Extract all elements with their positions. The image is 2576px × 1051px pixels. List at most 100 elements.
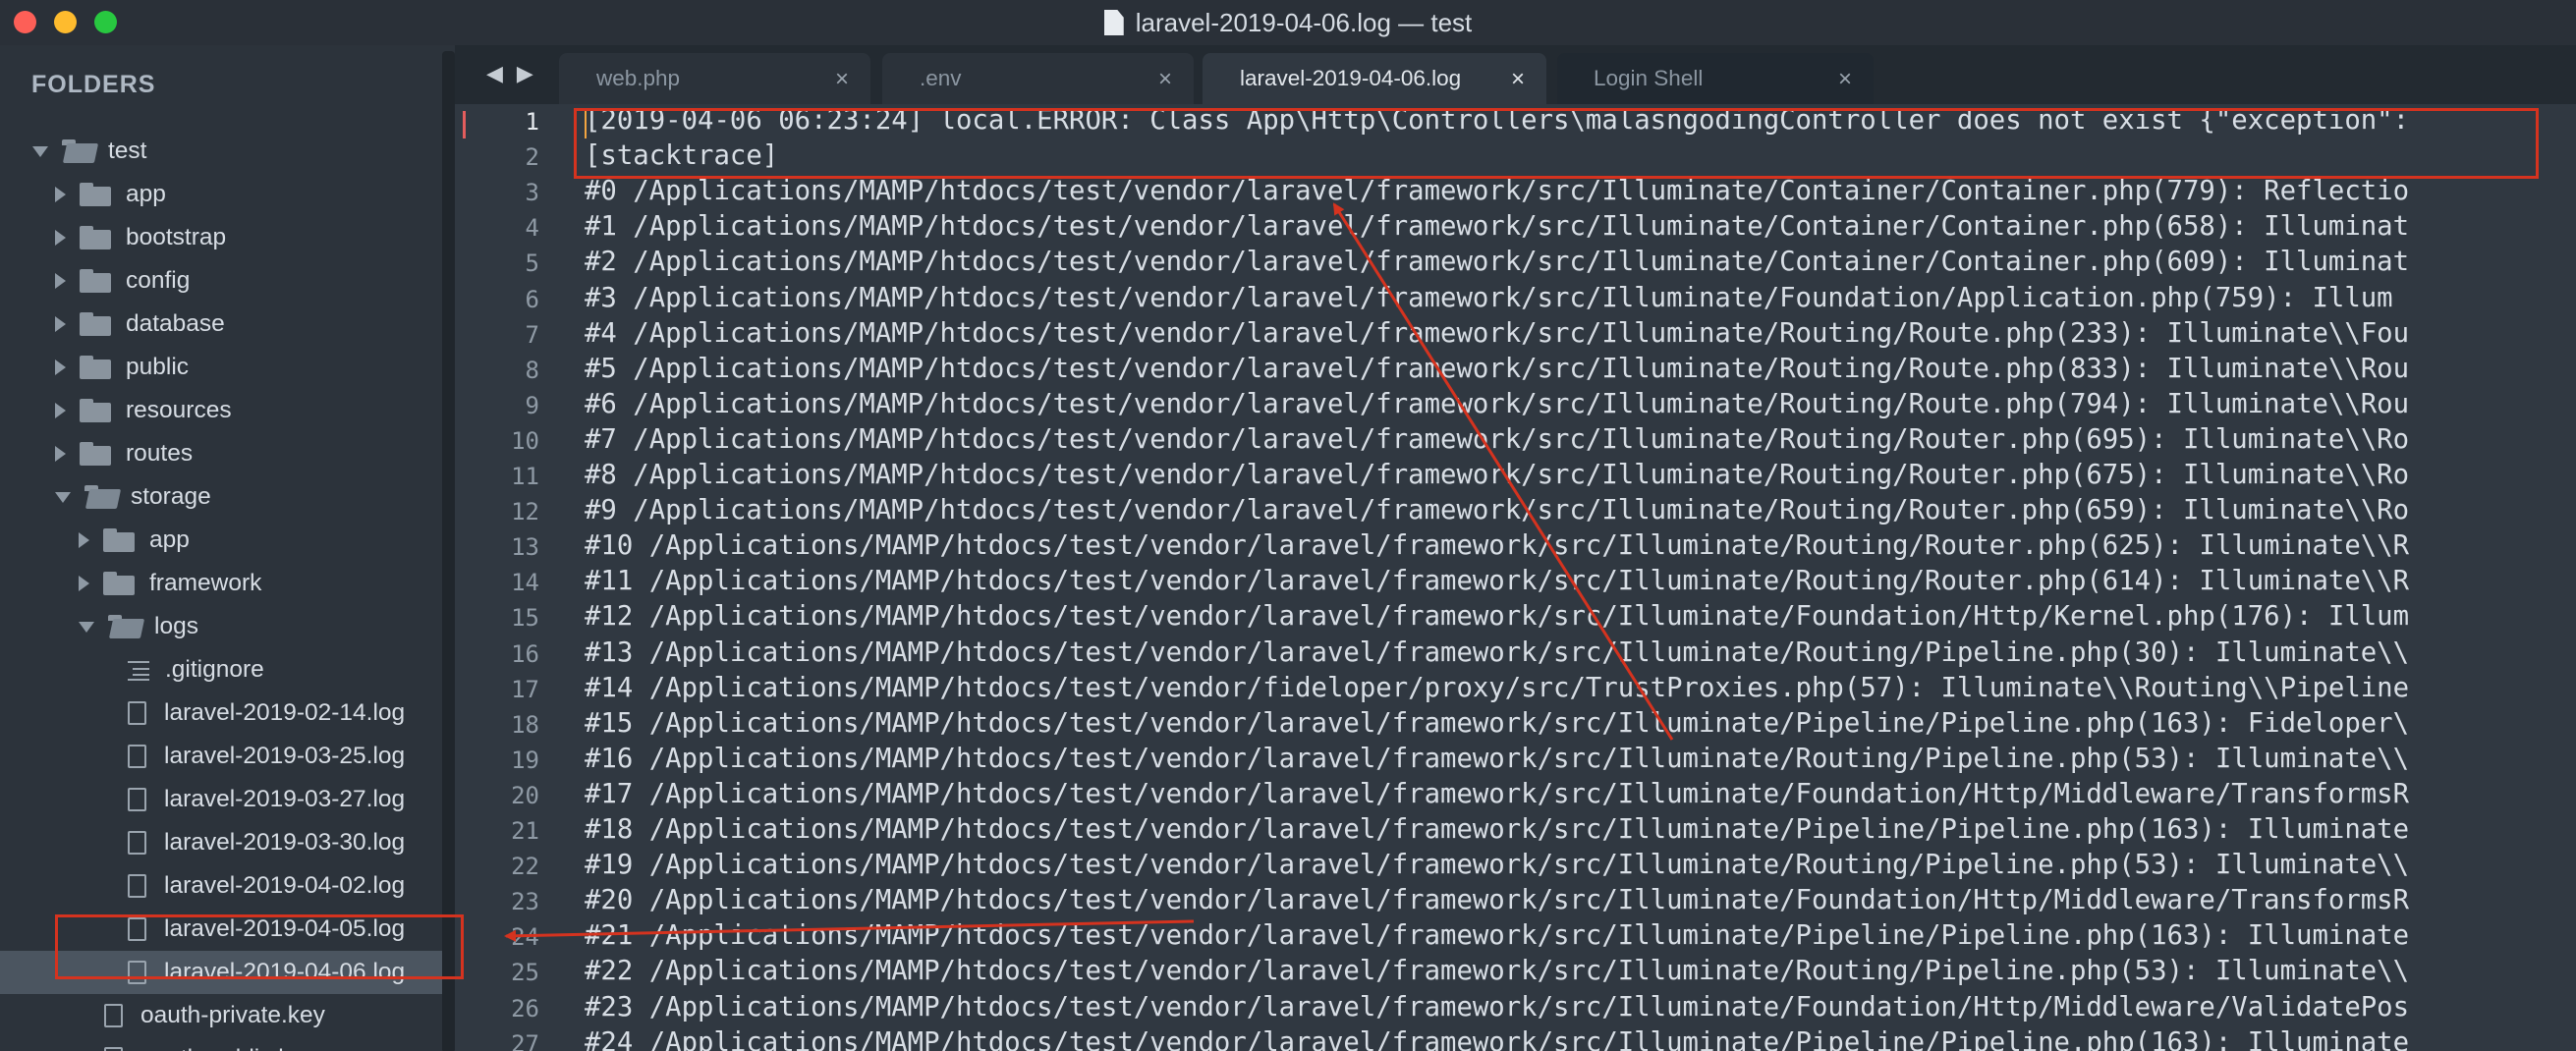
disclosure-closed-icon[interactable] <box>55 230 66 246</box>
line-number: 27 <box>511 1029 539 1051</box>
disclosure-closed-icon[interactable] <box>55 403 66 418</box>
code-line[interactable]: #11 /Applications/MAMP/htdocs/test/vendo… <box>585 566 2409 596</box>
tab-label: laravel-2019-04-06.log <box>1240 66 1462 90</box>
folder-icon <box>103 528 135 552</box>
close-icon[interactable]: × <box>835 66 849 93</box>
editor-pane[interactable]: 1 2 3 4 5 6 7 8 9 10 11 12 13 14 15 16 17 18 19 20 21 22 23 24 2… <box>455 104 2576 1051</box>
sidebar-item-laravel-2019-02-14-log[interactable]: laravel-2019-02-14.log <box>0 691 442 735</box>
folder-icon <box>103 572 135 595</box>
sidebar-item-laravel-2019-03-30-log[interactable]: laravel-2019-03-30.log <box>0 821 442 864</box>
disclosure-open-icon[interactable] <box>79 621 94 633</box>
code-line[interactable]: #3 /Applications/MAMP/htdocs/test/vendor… <box>585 283 2393 313</box>
disclosure-closed-icon[interactable] <box>79 576 89 591</box>
tab-laravel-log[interactable]: laravel-2019-04-06.log × <box>1203 53 1546 104</box>
disclosure-closed-icon[interactable] <box>55 316 66 332</box>
sidebar-item-config[interactable]: config <box>0 259 442 303</box>
code-line[interactable]: #9 /Applications/MAMP/htdocs/test/vendor… <box>585 495 2409 526</box>
code-line[interactable]: #1 /Applications/MAMP/htdocs/test/vendor… <box>585 211 2409 242</box>
line-number: 26 <box>511 994 539 1023</box>
code-line[interactable]: #23 /Applications/MAMP/htdocs/test/vendo… <box>585 992 2409 1023</box>
close-icon[interactable]: × <box>1158 66 1172 93</box>
sidebar-item-label: config <box>126 267 191 294</box>
line-number-gutter: 1 2 3 4 5 6 7 8 9 10 11 12 13 14 15 16 17 18 19 20 21 22 23 24 2… <box>455 104 543 1051</box>
code-line[interactable]: #18 /Applications/MAMP/htdocs/test/vendo… <box>585 814 2409 845</box>
file-icon <box>128 745 146 768</box>
code-line[interactable]: #24 /Applications/MAMP/htdocs/test/vendo… <box>585 1027 2409 1051</box>
code-line[interactable]: #13 /Applications/MAMP/htdocs/test/vendo… <box>585 637 2409 668</box>
sidebar-item-oauth-private-key[interactable]: oauth-private.key <box>0 994 442 1037</box>
sidebar-item-resources[interactable]: resources <box>0 389 442 432</box>
close-icon[interactable]: × <box>1838 66 1852 93</box>
tab-navigation: ◀ ▶ <box>486 61 533 86</box>
close-icon[interactable]: × <box>1511 66 1525 93</box>
sidebar-item-laravel-2019-04-02-log[interactable]: laravel-2019-04-02.log <box>0 864 442 908</box>
sidebar-item-label: laravel-2019-03-27.log <box>164 786 406 812</box>
sidebar-item-logs[interactable]: logs <box>0 605 442 648</box>
disclosure-closed-icon[interactable] <box>55 360 66 375</box>
code-line[interactable]: #21 /Applications/MAMP/htdocs/test/vendo… <box>585 920 2409 951</box>
disclosure-open-icon[interactable] <box>32 145 48 157</box>
line-number: 4 <box>525 214 539 243</box>
sidebar-item-routes[interactable]: routes <box>0 432 442 475</box>
disclosure-closed-icon[interactable] <box>55 273 66 289</box>
sidebar-item-oauth-public-key[interactable]: oauth-public.key <box>0 1037 442 1051</box>
code-line[interactable]: #6 /Applications/MAMP/htdocs/test/vendor… <box>585 389 2409 419</box>
code-line[interactable]: #10 /Applications/MAMP/htdocs/test/vendo… <box>585 530 2409 561</box>
folder-icon <box>80 312 111 336</box>
code-line[interactable]: #19 /Applications/MAMP/htdocs/test/vendo… <box>585 850 2409 880</box>
sidebar-item-storage[interactable]: storage <box>0 475 442 519</box>
code-line[interactable]: #8 /Applications/MAMP/htdocs/test/vendor… <box>585 460 2409 490</box>
code-line[interactable]: #15 /Applications/MAMP/htdocs/test/vendo… <box>585 708 2409 739</box>
back-arrow-icon[interactable]: ◀ <box>486 61 503 86</box>
sidebar-item-laravel-2019-03-25-log[interactable]: laravel-2019-03-25.log <box>0 735 442 778</box>
sidebar-item-label: logs <box>154 613 198 639</box>
sidebar-item-label: framework <box>149 570 262 596</box>
sidebar-scrollbar[interactable] <box>442 51 455 1051</box>
sidebar-item-bootstrap[interactable]: bootstrap <box>0 216 442 259</box>
sidebar-item-label: storage <box>131 483 211 510</box>
folder-icon <box>80 226 111 249</box>
disclosure-closed-icon[interactable] <box>55 446 66 462</box>
document-icon <box>1103 10 1124 35</box>
code-line[interactable]: #16 /Applications/MAMP/htdocs/test/vendo… <box>585 744 2409 774</box>
highlight-box-selected-log <box>55 914 464 979</box>
file-icon <box>128 831 146 855</box>
code-line[interactable]: #7 /Applications/MAMP/htdocs/test/vendor… <box>585 424 2409 455</box>
sidebar-item-database[interactable]: database <box>0 303 442 346</box>
folder-icon <box>80 269 111 293</box>
line-number: 15 <box>511 604 539 633</box>
sidebar-item-public[interactable]: public <box>0 346 442 389</box>
code-line[interactable]: #20 /Applications/MAMP/htdocs/test/vendo… <box>585 885 2409 915</box>
disclosure-open-icon[interactable] <box>55 491 71 503</box>
sidebar-item-label: app <box>149 526 190 553</box>
sidebar-item-gitignore[interactable]: .gitignore <box>0 648 442 691</box>
code-line[interactable]: #12 /Applications/MAMP/htdocs/test/vendo… <box>585 601 2409 632</box>
sidebar-item-label: bootstrap <box>126 224 227 250</box>
sidebar-item-app[interactable]: app <box>0 519 442 562</box>
forward-arrow-icon[interactable]: ▶ <box>517 61 533 86</box>
file-icon <box>128 874 146 898</box>
sidebar-item-app[interactable]: app <box>0 173 442 216</box>
sidebar-item-laravel-2019-03-27-log[interactable]: laravel-2019-03-27.log <box>0 778 442 821</box>
disclosure-closed-icon[interactable] <box>55 187 66 202</box>
code-line[interactable]: #22 /Applications/MAMP/htdocs/test/vendo… <box>585 956 2409 986</box>
tab-web-php[interactable]: web.php × <box>559 53 870 104</box>
line-number: 8 <box>525 356 539 384</box>
folder-open-icon <box>62 139 93 163</box>
code-line[interactable]: #4 /Applications/MAMP/htdocs/test/vendor… <box>585 318 2409 349</box>
tab-env[interactable]: .env × <box>882 53 1194 104</box>
sidebar-item-label: database <box>126 310 225 337</box>
sidebar-item-test[interactable]: test <box>0 130 442 173</box>
folder-icon <box>80 442 111 466</box>
folder-icon <box>80 399 111 422</box>
sidebar-item-label: oauth-public.key <box>140 1045 315 1051</box>
tab-login-shell[interactable]: Login Shell × <box>1557 53 1874 104</box>
disclosure-closed-icon[interactable] <box>79 532 89 548</box>
code-line[interactable]: #17 /Applications/MAMP/htdocs/test/vendo… <box>585 779 2409 809</box>
line-number: 20 <box>511 781 539 809</box>
code-line[interactable]: #14 /Applications/MAMP/htdocs/test/vendo… <box>585 673 2409 703</box>
code-line[interactable]: #2 /Applications/MAMP/htdocs/test/vendor… <box>585 247 2409 277</box>
sidebar-item-framework[interactable]: framework <box>0 562 442 605</box>
code-line[interactable]: #5 /Applications/MAMP/htdocs/test/vendor… <box>585 354 2409 384</box>
code-line[interactable]: #0 /Applications/MAMP/htdocs/test/vendor… <box>585 176 2409 206</box>
